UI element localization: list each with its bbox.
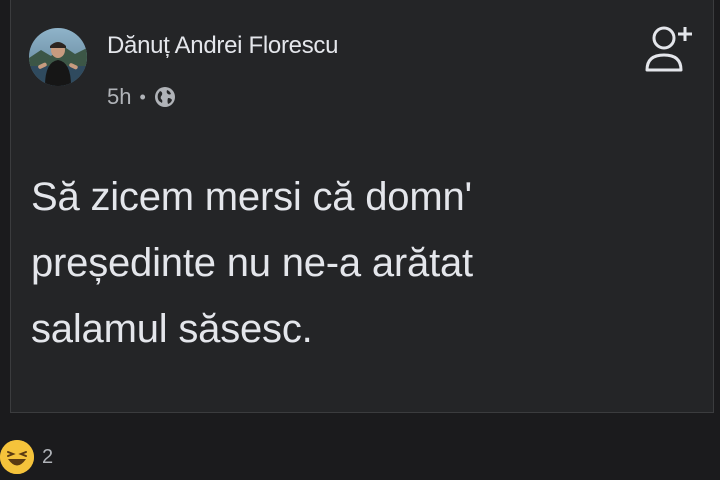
post-text-line: salamul săsesc.: [31, 307, 313, 351]
add-friend-button[interactable]: [643, 22, 693, 78]
meta-separator: •: [139, 87, 146, 107]
avatar-image: [29, 28, 87, 86]
post-card: Dănuț Andrei Florescu 5h • Să zicem mers…: [10, 0, 714, 413]
post-meta: 5h •: [107, 84, 176, 110]
post-text-line: președinte nu ne-a arătat: [31, 241, 473, 285]
author-avatar[interactable]: [29, 28, 87, 86]
post-text-line: Să zicem mersi că domn': [31, 175, 472, 219]
reaction-count: 2: [42, 445, 54, 468]
globe-icon[interactable]: [154, 86, 176, 108]
post-text: Să zicem mersi că domn' președinte nu ne…: [31, 164, 691, 362]
post-timestamp[interactable]: 5h: [107, 84, 131, 110]
author-name[interactable]: Dănuț Andrei Florescu: [107, 32, 338, 60]
reactions-summary[interactable]: 2: [0, 440, 53, 474]
haha-reaction-icon: [0, 440, 34, 474]
add-friend-icon: [645, 26, 692, 72]
